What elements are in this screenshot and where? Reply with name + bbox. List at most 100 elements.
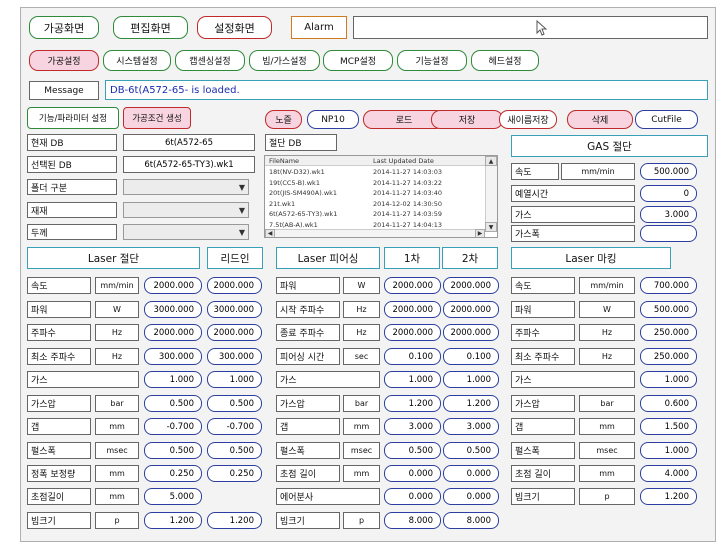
pierce-1st-value[interactable]: 2000.000 bbox=[384, 277, 441, 294]
gas-row-value[interactable]: 3.000 bbox=[640, 206, 697, 223]
tab-6[interactable]: 기능설정 bbox=[397, 50, 467, 71]
toolbar-button-4[interactable]: 저장 bbox=[431, 110, 503, 129]
leadin-value[interactable]: -0.700 bbox=[207, 418, 262, 435]
pierce-2nd-value[interactable]: 8.000 bbox=[443, 512, 499, 529]
pierce-1st-value[interactable]: 0.100 bbox=[384, 348, 441, 365]
pierce-2nd-value[interactable]: 0.000 bbox=[443, 488, 499, 505]
pierce-1st-value[interactable]: 1.200 bbox=[384, 395, 441, 412]
material-select[interactable]: ▼ bbox=[123, 202, 249, 218]
mark-row-value[interactable]: 700.000 bbox=[640, 277, 697, 294]
cut-row-value[interactable]: 3000.000 bbox=[144, 301, 202, 318]
pierce-1st-value[interactable]: 1.000 bbox=[384, 371, 441, 388]
scroll-up-arrow[interactable]: ▲ bbox=[485, 156, 497, 166]
pierce-2nd-value[interactable]: 0.100 bbox=[443, 348, 499, 365]
mark-row-value[interactable]: 250.000 bbox=[640, 324, 697, 341]
leadin-value[interactable]: 0.250 bbox=[207, 465, 262, 482]
leadin-value[interactable]: 300.000 bbox=[207, 348, 262, 365]
pierce-1st-value[interactable]: 0.000 bbox=[384, 488, 441, 505]
create-condition-button[interactable]: 가공조건 생성 bbox=[123, 107, 191, 129]
cut-row-value[interactable]: -0.700 bbox=[144, 418, 202, 435]
cut-row-label: 주파수 bbox=[27, 324, 91, 341]
message-text: DB-6t(A572-65- is loaded. bbox=[105, 80, 708, 100]
tab-4[interactable]: 빔/가스설정 bbox=[249, 50, 320, 71]
cut-row-value[interactable]: 1.200 bbox=[144, 512, 202, 529]
process-screen-button[interactable]: 가공화면 bbox=[29, 16, 99, 39]
toolbar-button-2[interactable]: NP10 bbox=[307, 110, 359, 129]
leadin-value[interactable]: 1.000 bbox=[207, 371, 262, 388]
pierce-1st-value[interactable]: 0.000 bbox=[384, 465, 441, 482]
leadin-value[interactable]: 0.500 bbox=[207, 442, 262, 459]
file-row[interactable]: 18t(NV-D32).wk1 2014-11-27 14:03:03 bbox=[265, 167, 483, 177]
cut-row-label: 초점길이 bbox=[27, 488, 91, 505]
pierce-1st-value[interactable]: 3.000 bbox=[384, 418, 441, 435]
file-row[interactable]: 21t.wk1 2014-12-02 14:30:50 bbox=[265, 199, 483, 209]
leadin-value[interactable]: 3000.000 bbox=[207, 301, 262, 318]
pierce-2nd-value[interactable]: 2000.000 bbox=[443, 324, 499, 341]
pierce-2nd-value[interactable]: 0.500 bbox=[443, 442, 499, 459]
toolbar-button-6[interactable]: 삭제 bbox=[567, 110, 633, 129]
toolbar-button-1[interactable]: 노즐 bbox=[265, 110, 302, 129]
pierce-2nd-value[interactable]: 1.000 bbox=[443, 371, 499, 388]
mark-row-value[interactable]: 1.500 bbox=[640, 418, 697, 435]
mark-row-value[interactable]: 250.000 bbox=[640, 348, 697, 365]
folder-type-label: 폴더 구분 bbox=[27, 179, 117, 195]
mark-row-value[interactable]: 500.000 bbox=[640, 301, 697, 318]
file-row[interactable]: 20t(JIS-SM490A).wk1 2014-11-27 14:03:40 bbox=[265, 188, 483, 198]
file-row[interactable]: 6t(A572-65-TY3).wk1 2014-11-27 14:03:59 bbox=[265, 209, 483, 219]
mark-row-value[interactable]: 1.000 bbox=[640, 442, 697, 459]
tab-3[interactable]: 캡센싱설정 bbox=[175, 50, 245, 71]
leadin-value[interactable]: 0.500 bbox=[207, 395, 262, 412]
mark-row-value[interactable]: 4.000 bbox=[640, 465, 697, 482]
pierce-1st-value[interactable]: 2000.000 bbox=[384, 301, 441, 318]
toolbar-button-7[interactable]: CutFile bbox=[635, 110, 698, 129]
thickness-select[interactable]: ▼ bbox=[123, 224, 249, 240]
pierce-row-unit: p bbox=[343, 512, 380, 529]
pierce-2nd-value[interactable]: 1.200 bbox=[443, 395, 499, 412]
date-column-header[interactable]: Last Updated Date bbox=[373, 157, 434, 165]
alarm-label: Alarm bbox=[291, 16, 347, 39]
scroll-right-arrow[interactable]: ▶ bbox=[475, 229, 485, 237]
leadin-value[interactable]: 2000.000 bbox=[207, 277, 262, 294]
pierce-1st-value[interactable]: 0.500 bbox=[384, 442, 441, 459]
folder-type-select[interactable]: ▼ bbox=[123, 179, 249, 195]
leadin-value[interactable]: 2000.000 bbox=[207, 324, 262, 341]
leadin-value[interactable]: 1.200 bbox=[207, 512, 262, 529]
toolbar-button-5[interactable]: 새이름저장 bbox=[499, 110, 557, 129]
filename-column-header[interactable]: FileName bbox=[269, 157, 299, 165]
horizontal-scrollbar-track[interactable] bbox=[275, 229, 475, 237]
tab-5[interactable]: MCP설정 bbox=[323, 50, 393, 71]
settings-screen-button[interactable]: 설정화면 bbox=[197, 16, 272, 39]
cut-row-value[interactable]: 2000.000 bbox=[144, 324, 202, 341]
file-row[interactable]: 7.5t(AB-A).wk1 2014-11-27 14:04:13 bbox=[265, 220, 483, 230]
cut-row-value[interactable]: 2000.000 bbox=[144, 277, 202, 294]
cut-row-value[interactable]: 0.500 bbox=[144, 395, 202, 412]
pierce-2nd-value[interactable]: 2000.000 bbox=[443, 277, 499, 294]
tab-7[interactable]: 헤드설정 bbox=[471, 50, 539, 71]
mark-row-value[interactable]: 0.600 bbox=[640, 395, 697, 412]
pierce-2nd-value[interactable]: 0.000 bbox=[443, 465, 499, 482]
cut-row-value[interactable]: 300.000 bbox=[144, 348, 202, 365]
param-setting-button[interactable]: 기능/파라미터 설정 bbox=[27, 107, 119, 129]
gas-row-value[interactable] bbox=[640, 225, 697, 242]
cut-row-value[interactable]: 1.000 bbox=[144, 371, 202, 388]
vertical-scrollbar-track[interactable] bbox=[485, 166, 497, 222]
mark-row-value[interactable]: 1.000 bbox=[640, 371, 697, 388]
gas-row-value[interactable]: 500.000 bbox=[640, 163, 697, 180]
file-row[interactable]: 19t(CC5-B).wk1 2014-11-27 14:03:22 bbox=[265, 178, 483, 188]
pierce-2nd-value[interactable]: 3.000 bbox=[443, 418, 499, 435]
file-list[interactable]: FileName Last Updated Date 18t(NV-D32).w… bbox=[264, 155, 498, 238]
scroll-down-arrow[interactable]: ▼ bbox=[485, 222, 497, 232]
cut-row-value[interactable]: 0.250 bbox=[144, 465, 202, 482]
mark-row-label: 속도 bbox=[511, 277, 575, 294]
mark-row-value[interactable]: 1.200 bbox=[640, 488, 697, 505]
tab-2[interactable]: 시스템설정 bbox=[103, 50, 171, 71]
edit-screen-button[interactable]: 편집화면 bbox=[113, 16, 188, 39]
gas-row-value[interactable]: 0 bbox=[640, 185, 697, 202]
cut-row-value[interactable]: 5.000 bbox=[144, 488, 202, 505]
pierce-1st-value[interactable]: 8.000 bbox=[384, 512, 441, 529]
cut-row-value[interactable]: 0.500 bbox=[144, 442, 202, 459]
tab-1[interactable]: 가공설정 bbox=[29, 50, 99, 71]
pierce-1st-value[interactable]: 2000.000 bbox=[384, 324, 441, 341]
pierce-2nd-value[interactable]: 2000.000 bbox=[443, 301, 499, 318]
scroll-left-arrow[interactable]: ◀ bbox=[265, 229, 275, 237]
